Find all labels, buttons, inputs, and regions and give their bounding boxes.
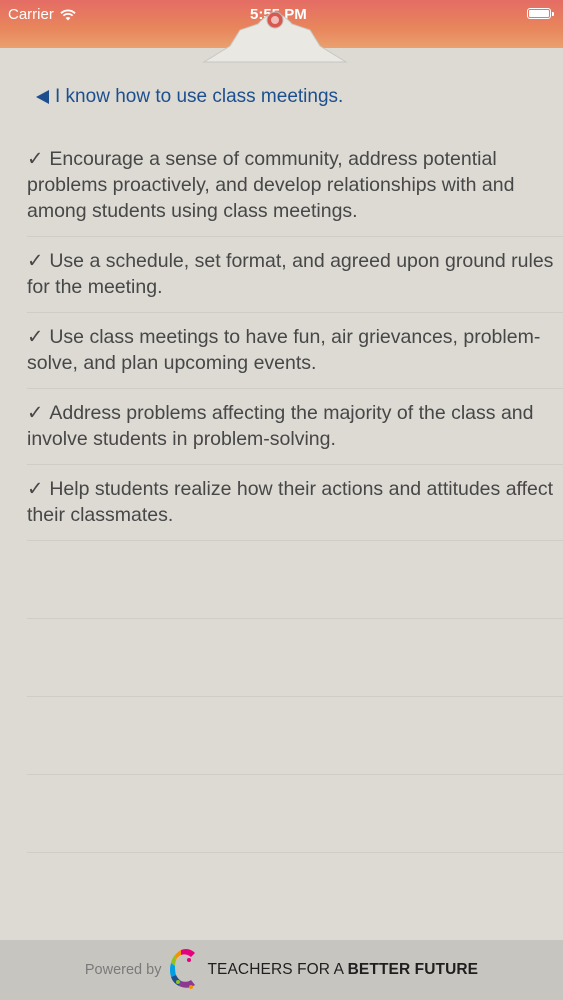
check-icon: ✓ xyxy=(27,478,44,500)
empty-row xyxy=(27,541,563,619)
list-item-text: Use a schedule, set format, and agreed u… xyxy=(27,250,554,298)
empty-row xyxy=(27,697,563,775)
back-arrow-icon xyxy=(36,90,49,104)
check-icon: ✓ xyxy=(27,326,44,348)
carrier-label: Carrier xyxy=(8,6,54,23)
list-item-text: Encourage a sense of community, address … xyxy=(27,148,515,222)
powered-by-label: Powered by xyxy=(84,962,162,978)
clipboard-clip-icon xyxy=(202,11,348,63)
empty-row xyxy=(27,775,563,853)
list-item: ✓ Encourage a sense of community, address… xyxy=(27,135,563,237)
check-icon: ✓ xyxy=(27,250,44,272)
brand-prefix: TEACHERS FOR A xyxy=(207,961,348,978)
check-icon: ✓ xyxy=(27,148,44,170)
back-link[interactable]: I know how to use class meetings. xyxy=(36,86,343,108)
brand-bold: BETTER FUTURE xyxy=(347,961,479,978)
empty-row xyxy=(27,619,563,697)
list-item: ✓ Use class meetings to have fun, air gri… xyxy=(27,313,563,389)
list-item: ✓ Use a schedule, set format, and agreed … xyxy=(27,237,563,313)
check-icon: ✓ xyxy=(27,402,44,424)
list-item: ✓ Help students realize how their actions… xyxy=(27,465,563,541)
logo-icon[interactable] xyxy=(167,947,201,993)
back-link-label: I know how to use class meetings. xyxy=(55,86,344,107)
footer: Powered by TEACHERS FOR A BETTER FUTURE xyxy=(0,940,563,1000)
list-item-text: Address problems affecting the majority … xyxy=(27,402,534,450)
list-item-text: Use class meetings to have fun, air grie… xyxy=(27,326,541,374)
wifi-icon xyxy=(60,9,76,20)
battery-icon xyxy=(527,8,554,19)
status-left: Carrier xyxy=(8,6,76,23)
list-item: ✓ Address problems affecting the majority… xyxy=(27,389,563,465)
brand-name: TEACHERS FOR A BETTER FUTURE xyxy=(207,961,478,979)
list-item-text: Help students realize how their actions … xyxy=(27,478,554,526)
checklist: ✓ Encourage a sense of community, address… xyxy=(27,135,563,853)
